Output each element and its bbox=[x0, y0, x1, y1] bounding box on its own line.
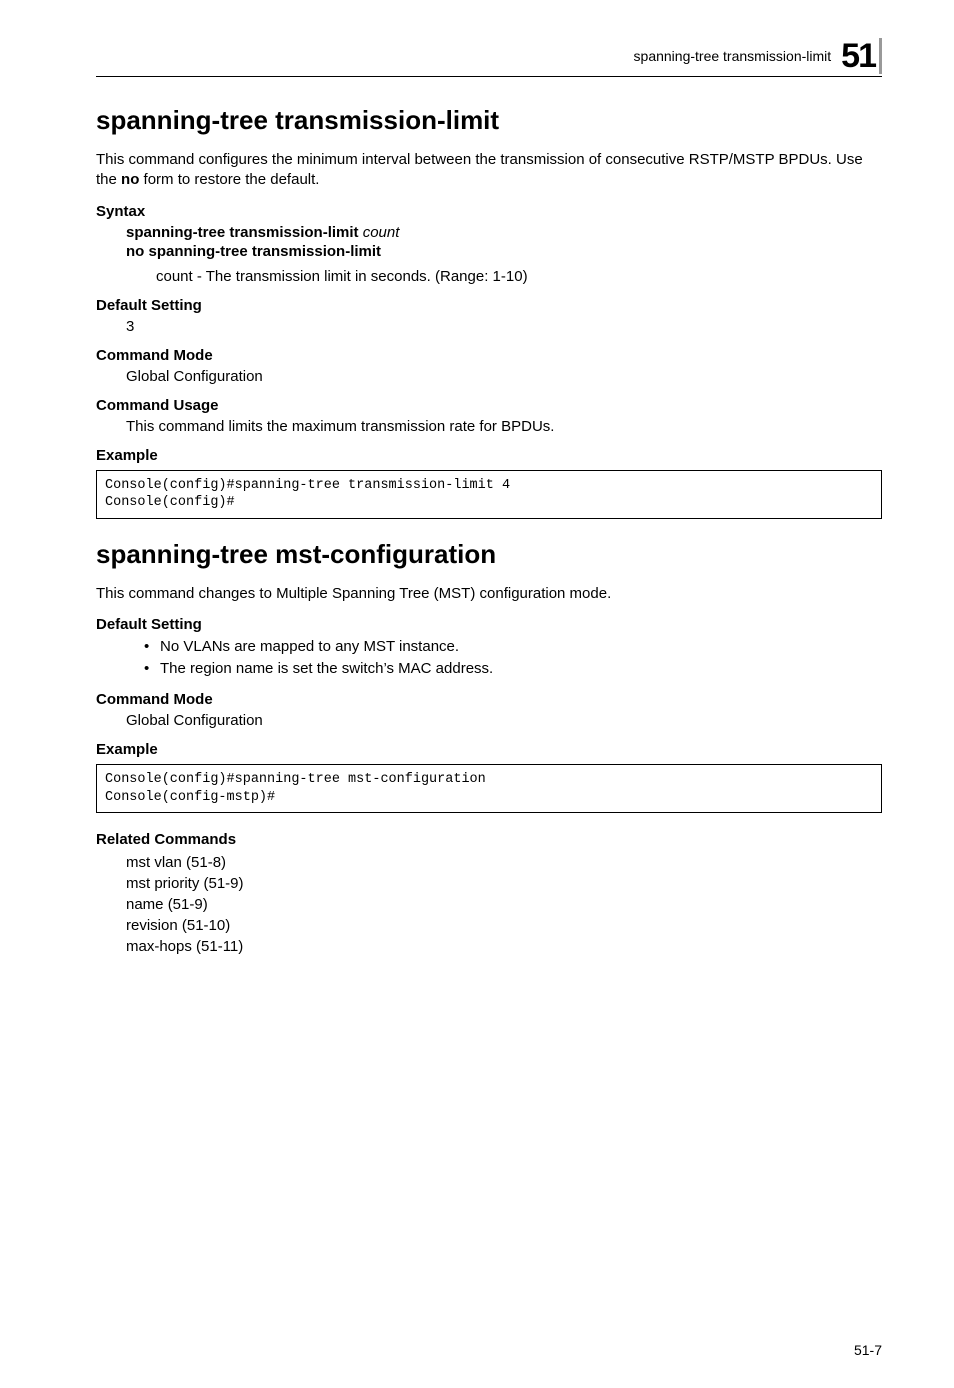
default-label-1: Default Setting bbox=[96, 297, 882, 314]
mode-value-1: Global Configuration bbox=[96, 368, 882, 385]
chapter-badge: 51 bbox=[841, 38, 882, 74]
bullet-2: The region name is set the switch’s MAC … bbox=[144, 659, 882, 679]
chapter-bar-icon bbox=[879, 38, 882, 74]
syntax-bold-1: spanning-tree transmission-limit bbox=[126, 224, 363, 241]
section1-title: spanning-tree transmission-limit bbox=[96, 105, 882, 136]
chapter-number: 51 bbox=[841, 39, 875, 73]
related-label: Related Commands bbox=[96, 831, 882, 848]
syntax-italic-1: count bbox=[363, 224, 400, 241]
mode-label-2: Command Mode bbox=[96, 691, 882, 708]
section2-title: spanning-tree mst-configuration bbox=[96, 539, 882, 570]
mode-value-2: Global Configuration bbox=[96, 712, 882, 729]
intro-text-b: form to restore the default. bbox=[139, 171, 319, 188]
section2-intro: This command changes to Multiple Spannin… bbox=[96, 584, 882, 604]
related-item-2: mst priority (51-9) bbox=[126, 873, 882, 894]
intro-no-bold: no bbox=[121, 171, 139, 188]
param-rest: - The transmission limit in seconds. (Ra… bbox=[193, 268, 528, 285]
related-item-5: max-hops (51-11) bbox=[126, 936, 882, 957]
usage-value: This command limits the maximum transmis… bbox=[96, 418, 882, 435]
default-bullets: No VLANs are mapped to any MST instance.… bbox=[96, 637, 882, 680]
example-label-1: Example bbox=[96, 447, 882, 464]
page-header: spanning-tree transmission-limit 51 bbox=[96, 38, 882, 77]
page-number: 51-7 bbox=[854, 1342, 882, 1358]
example-label-2: Example bbox=[96, 741, 882, 758]
related-list: mst vlan (51-8) mst priority (51-9) name… bbox=[96, 852, 882, 957]
running-title: spanning-tree transmission-limit bbox=[634, 48, 832, 64]
example-code-2: Console(config)#spanning-tree mst-config… bbox=[96, 764, 882, 813]
syntax-line-1: spanning-tree transmission-limit count bbox=[126, 224, 882, 241]
default-label-2: Default Setting bbox=[96, 616, 882, 633]
syntax-bold-2: no spanning-tree transmission-limit bbox=[126, 243, 381, 260]
param-italic: count bbox=[156, 268, 193, 285]
related-item-3: name (51-9) bbox=[126, 894, 882, 915]
syntax-label: Syntax bbox=[96, 203, 882, 220]
usage-label: Command Usage bbox=[96, 397, 882, 414]
related-item-1: mst vlan (51-8) bbox=[126, 852, 882, 873]
syntax-line-2: no spanning-tree transmission-limit bbox=[126, 243, 882, 260]
section1-intro: This command configures the minimum inte… bbox=[96, 150, 882, 191]
bullet-1: No VLANs are mapped to any MST instance. bbox=[144, 637, 882, 657]
related-item-4: revision (51-10) bbox=[126, 915, 882, 936]
mode-label-1: Command Mode bbox=[96, 347, 882, 364]
param-desc: count - The transmission limit in second… bbox=[126, 268, 882, 285]
example-code-1: Console(config)#spanning-tree transmissi… bbox=[96, 470, 882, 519]
default-value-1: 3 bbox=[96, 318, 882, 335]
